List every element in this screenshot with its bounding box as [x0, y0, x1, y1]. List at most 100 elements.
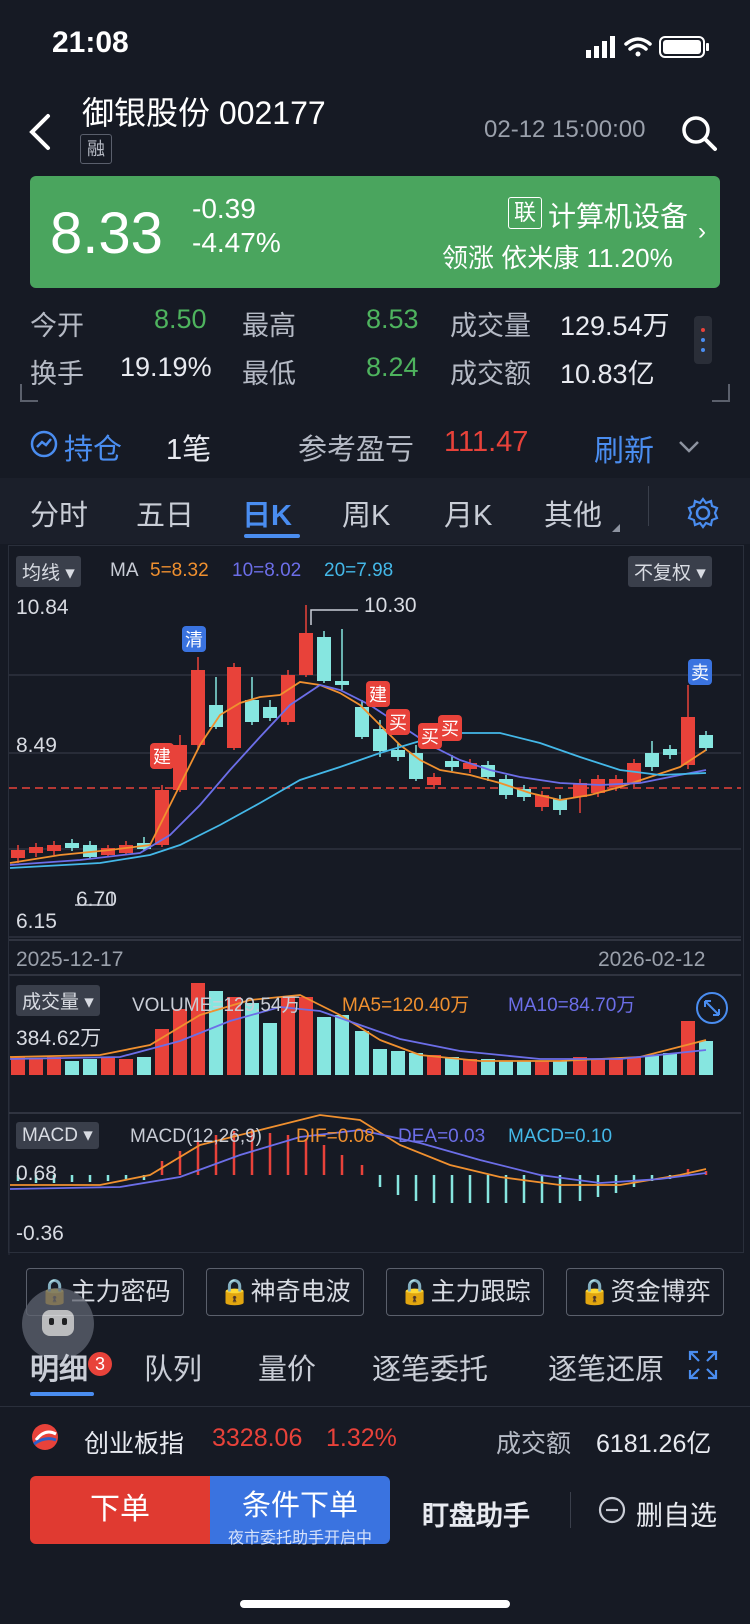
subtab-liangjia[interactable]: 量价: [258, 1346, 316, 1388]
kline-chart[interactable]: 清建建买买 买卖: [0, 545, 750, 1255]
sector-name[interactable]: 计算机设备: [548, 195, 688, 235]
volume-bar: [591, 1059, 605, 1075]
change-percent: -4.47%: [192, 227, 281, 258]
settings-gear-icon[interactable]: [686, 496, 720, 530]
volume-bar: [335, 1015, 349, 1075]
high-label: 最高: [242, 311, 296, 341]
index-value: 3328.06: [212, 1424, 303, 1452]
search-icon[interactable]: [680, 114, 720, 154]
candle: [699, 735, 713, 748]
subtab-mingxi[interactable]: 明细: [30, 1346, 88, 1388]
volume-bar: [445, 1057, 459, 1075]
pnl-value: 111.47: [444, 426, 529, 458]
low-label: 最低: [242, 359, 296, 389]
tab-qita[interactable]: 其他: [544, 492, 602, 534]
tool-zijin-boyi[interactable]: 🔒资金博弈: [566, 1268, 724, 1316]
macd-dif: DIF=0.08: [296, 1126, 375, 1147]
volume-y-top: 384.62万: [16, 1027, 102, 1050]
tab-wuri[interactable]: 五日: [136, 492, 194, 534]
divider: [0, 1406, 750, 1407]
trade-marker-label: 买: [421, 727, 439, 747]
conditional-order-button[interactable]: 条件下单 夜市委托助手开启中: [210, 1476, 390, 1547]
order-button[interactable]: 下单: [30, 1476, 210, 1544]
volume-bar: [535, 1061, 549, 1075]
volume-bar: [517, 1061, 531, 1075]
change-value: -0.39: [192, 193, 256, 224]
volume-dropdown[interactable]: 成交量 ▾: [16, 985, 100, 1016]
tab-yuek[interactable]: 月K: [444, 492, 492, 534]
candle: [245, 700, 259, 722]
tool-shenqi-dianbo[interactable]: 🔒神奇电波: [206, 1268, 364, 1316]
stock-title: 御银股份 002177: [82, 95, 326, 131]
subtab-underline: [30, 1392, 94, 1396]
volume-ma10: MA10=84.70万: [508, 995, 636, 1016]
subtab-badge: 3: [88, 1352, 112, 1376]
sector-tag: 联: [508, 197, 542, 229]
volume-bar: [391, 1051, 405, 1075]
tab-fenshi[interactable]: 分时: [30, 492, 88, 534]
tab-rik[interactable]: 日K: [242, 492, 292, 534]
pnl-label: 参考盈亏: [298, 434, 415, 466]
volume-bar: [681, 1021, 695, 1075]
candle: [299, 633, 313, 675]
fullscreen-icon[interactable]: [688, 1350, 718, 1380]
lead-stock-value: 依米康 11.20%: [501, 243, 673, 273]
chevron-right-icon[interactable]: ›: [698, 218, 706, 246]
tab-divider: [648, 486, 649, 526]
volume-bar: [119, 1059, 133, 1075]
candle: [47, 845, 61, 851]
volume-bar: [355, 1031, 369, 1075]
volume-value-label: VOLUME=129.54万: [132, 995, 301, 1016]
macd-dropdown[interactable]: MACD ▾: [16, 1122, 99, 1149]
chevron-down-icon[interactable]: [678, 440, 700, 454]
macd-y-bottom: -0.36: [16, 1222, 64, 1245]
remove-watchlist-button[interactable]: 删自选: [636, 1494, 717, 1533]
tab-underline: [244, 534, 300, 538]
volume-bar: [427, 1055, 441, 1075]
trade-marker-label: 买: [441, 719, 459, 739]
volume-bar: [627, 1057, 641, 1075]
more-dots-icon[interactable]: [694, 316, 712, 364]
volume-bar: [409, 1053, 423, 1075]
home-indicator: [240, 1600, 510, 1608]
index-pct: 1.32%: [326, 1424, 397, 1452]
expand-icon[interactable]: [694, 990, 730, 1026]
index-name[interactable]: 创业板指: [84, 1424, 184, 1460]
position-icon: [30, 430, 58, 458]
candle: [391, 750, 405, 757]
macd-value: MACD=0.10: [508, 1126, 613, 1147]
candle: [29, 847, 43, 853]
price-change: -0.39 -4.47%: [192, 192, 281, 260]
candle: [317, 637, 331, 681]
trade-marker-label: 买: [389, 713, 407, 733]
corner-mark: [20, 384, 38, 402]
volume-bar: [609, 1059, 623, 1075]
remove-circle-icon[interactable]: [598, 1496, 626, 1524]
subtab-zhubi-huanyuan[interactable]: 逐笔还原: [548, 1346, 664, 1388]
amount-value: 10.83亿: [560, 359, 655, 389]
divider: [570, 1492, 571, 1528]
signal-icon: [586, 36, 615, 58]
candle: [263, 707, 277, 718]
back-icon[interactable]: [28, 112, 52, 152]
volume-bar: [101, 1057, 115, 1075]
watch-helper-button[interactable]: 盯盘助手: [422, 1494, 530, 1533]
current-price: 8.33: [50, 201, 163, 266]
tool-zhuli-genzong[interactable]: 🔒主力跟踪: [386, 1268, 544, 1316]
low-value: 8.24: [366, 352, 419, 382]
volume-value: 129.54万: [560, 311, 670, 341]
volume-bar: [553, 1061, 567, 1075]
tab-zhouk[interactable]: 周K: [342, 492, 390, 534]
position-label[interactable]: 持仓: [64, 426, 122, 468]
open-label: 今开: [30, 311, 84, 341]
margin-tag: 融: [80, 134, 112, 164]
subtab-zhubi-weituo[interactable]: 逐笔委托: [372, 1346, 488, 1388]
volume-bar: [29, 1059, 43, 1075]
trade-marker-label: 清: [185, 630, 203, 650]
subtab-duilie[interactable]: 队列: [144, 1346, 202, 1388]
position-count: 1笔: [166, 434, 212, 466]
lock-icon: 🔒: [219, 1278, 251, 1306]
refresh-button[interactable]: 刷新: [594, 426, 654, 470]
corner-mark: [712, 384, 730, 402]
wifi-icon: [624, 37, 652, 57]
